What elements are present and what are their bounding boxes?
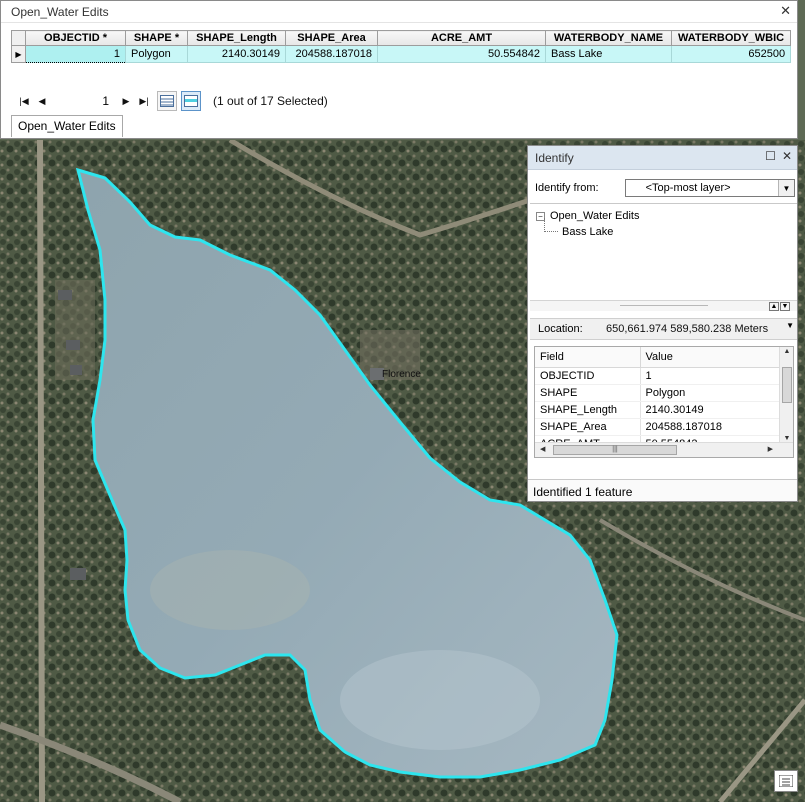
field-grid-header: Field Value (535, 347, 780, 368)
identify-titlebar[interactable]: Identify ☐ ✕ (528, 146, 797, 170)
value-column-header[interactable]: Value (640, 347, 780, 368)
tree-node-layer[interactable]: − Open_Water Edits (536, 208, 791, 224)
cell-acre-amt[interactable]: 50.554842 (377, 45, 546, 63)
field-name: OBJECTID (535, 367, 641, 385)
first-record-icon[interactable]: |◀ (15, 91, 33, 111)
panel-splitter[interactable]: ▲ ▼ (530, 300, 797, 311)
identify-title: Identify (535, 151, 574, 165)
field-name: SHAPE_Length (535, 401, 641, 419)
field-value: 2140.30149 (640, 401, 780, 419)
previous-record-icon[interactable]: ◀ (33, 91, 51, 111)
field-value-grid[interactable]: Field Value OBJECTID 1 SHAPE Polygon SHA… (534, 346, 794, 458)
show-selected-records-icon[interactable] (181, 91, 201, 111)
close-icon[interactable]: ✕ (782, 149, 792, 163)
record-navigator: |◀ ◀ ▶ ▶| (1 out of 17 Selected) (15, 90, 328, 112)
column-header-shape-length[interactable]: SHAPE_Length (187, 30, 286, 46)
cell-shape[interactable]: Polygon (125, 45, 188, 63)
scroll-left-icon[interactable]: ◀ (540, 445, 545, 453)
attribute-table-window[interactable]: Open_Water Edits ✕ OBJECTID * SHAPE * SH… (0, 0, 798, 139)
cell-shape-length[interactable]: 2140.30149 (187, 45, 286, 63)
field-name: SHAPE_Area (535, 418, 641, 436)
cell-shape-area[interactable]: 204588.187018 (285, 45, 378, 63)
identify-results-tree[interactable]: − Open_Water Edits Bass Lake (530, 203, 797, 299)
column-header-waterbody-name[interactable]: WATERBODY_NAME (545, 30, 672, 46)
table-row[interactable]: SHAPE Polygon (535, 384, 780, 402)
scroll-right-icon[interactable]: ▶ (768, 445, 773, 453)
splitter-grip (620, 305, 708, 306)
column-header-objectid[interactable]: OBJECTID * (25, 30, 126, 46)
attribute-grid[interactable]: OBJECTID * SHAPE * SHAPE_Length SHAPE_Ar… (11, 30, 792, 63)
location-value: 650,661.974 589,580.238 Meters (606, 323, 769, 335)
horizontal-scrollbar[interactable]: ◀ ||| ▶ (535, 442, 793, 457)
field-column-header[interactable]: Field (535, 347, 641, 368)
next-record-icon[interactable]: ▶ (117, 91, 135, 111)
column-header-shape[interactable]: SHAPE * (125, 30, 188, 46)
map-label-florence: Florence (382, 369, 421, 380)
identify-from-row: Identify from: <Top-most layer> ▼ (535, 179, 795, 197)
identify-status: Identified 1 feature (528, 479, 797, 501)
show-all-records-icon[interactable] (157, 91, 177, 111)
vertical-scrollbar[interactable]: ▲ ▼ (779, 347, 793, 443)
selection-status: (1 out of 17 Selected) (213, 94, 328, 108)
grid-header-row: OBJECTID * SHAPE * SHAPE_Length SHAPE_Ar… (11, 30, 792, 46)
cell-objectid[interactable]: 1 (25, 45, 126, 63)
scroll-up-icon[interactable]: ▲ (780, 348, 793, 355)
row-selector[interactable]: ▶ (11, 45, 26, 63)
table-row[interactable]: ▶ 1 Polygon 2140.30149 204588.187018 50.… (11, 45, 792, 63)
close-icon[interactable]: ✕ (780, 3, 791, 19)
row-selector-header[interactable] (11, 30, 26, 46)
identify-from-value: <Top-most layer> (645, 182, 731, 194)
location-bar: Location: 650,661.974 589,580.238 Meters… (530, 318, 797, 340)
expand-up-icon[interactable]: ▲ (769, 302, 779, 311)
identify-from-label: Identify from: (535, 182, 599, 194)
maximize-icon[interactable]: ☐ (765, 149, 776, 163)
tree-feature-label: Bass Lake (562, 226, 614, 238)
table-row[interactable]: OBJECTID 1 (535, 367, 780, 385)
column-header-waterbody-wbic[interactable]: WATERBODY_WBIC (670, 30, 792, 46)
field-value: 204588.187018 (640, 418, 780, 436)
identify-window[interactable]: Identify ☐ ✕ Identify from: <Top-most la… (527, 145, 798, 502)
scrollbar-thumb[interactable]: ||| (553, 445, 677, 455)
table-row[interactable]: SHAPE_Length 2140.30149 (535, 401, 780, 419)
last-record-icon[interactable]: ▶| (135, 91, 153, 111)
tree-node-feature[interactable]: Bass Lake (536, 218, 791, 240)
cell-waterbody-wbic[interactable]: 652500 (670, 45, 792, 63)
location-menu-icon[interactable]: ▼ (786, 321, 794, 330)
tree-layer-label: Open_Water Edits (550, 210, 640, 222)
map-menu-icon[interactable] (774, 770, 798, 792)
record-number-input[interactable] (55, 91, 113, 111)
tab-open-water-edits[interactable]: Open_Water Edits (11, 115, 123, 137)
table-row[interactable]: SHAPE_Area 204588.187018 (535, 418, 780, 436)
column-header-shape-area[interactable]: SHAPE_Area (285, 30, 378, 46)
field-value: 1 (640, 367, 780, 385)
identify-from-dropdown[interactable]: <Top-most layer> ▼ (624, 179, 795, 197)
column-header-acre-amt[interactable]: ACRE_AMT (377, 30, 546, 46)
tree-connector (544, 218, 558, 232)
field-value: Polygon (640, 384, 780, 402)
scroll-down-icon[interactable]: ▼ (780, 435, 793, 442)
expand-down-icon[interactable]: ▼ (780, 302, 790, 311)
field-name: SHAPE (535, 384, 641, 402)
scrollbar-thumb[interactable] (782, 367, 792, 403)
table-title: Open_Water Edits (11, 5, 109, 19)
cell-waterbody-name[interactable]: Bass Lake (545, 45, 672, 63)
chevron-down-icon[interactable]: ▼ (778, 180, 794, 196)
table-titlebar[interactable]: Open_Water Edits ✕ (1, 1, 797, 23)
location-label: Location: (538, 323, 583, 335)
